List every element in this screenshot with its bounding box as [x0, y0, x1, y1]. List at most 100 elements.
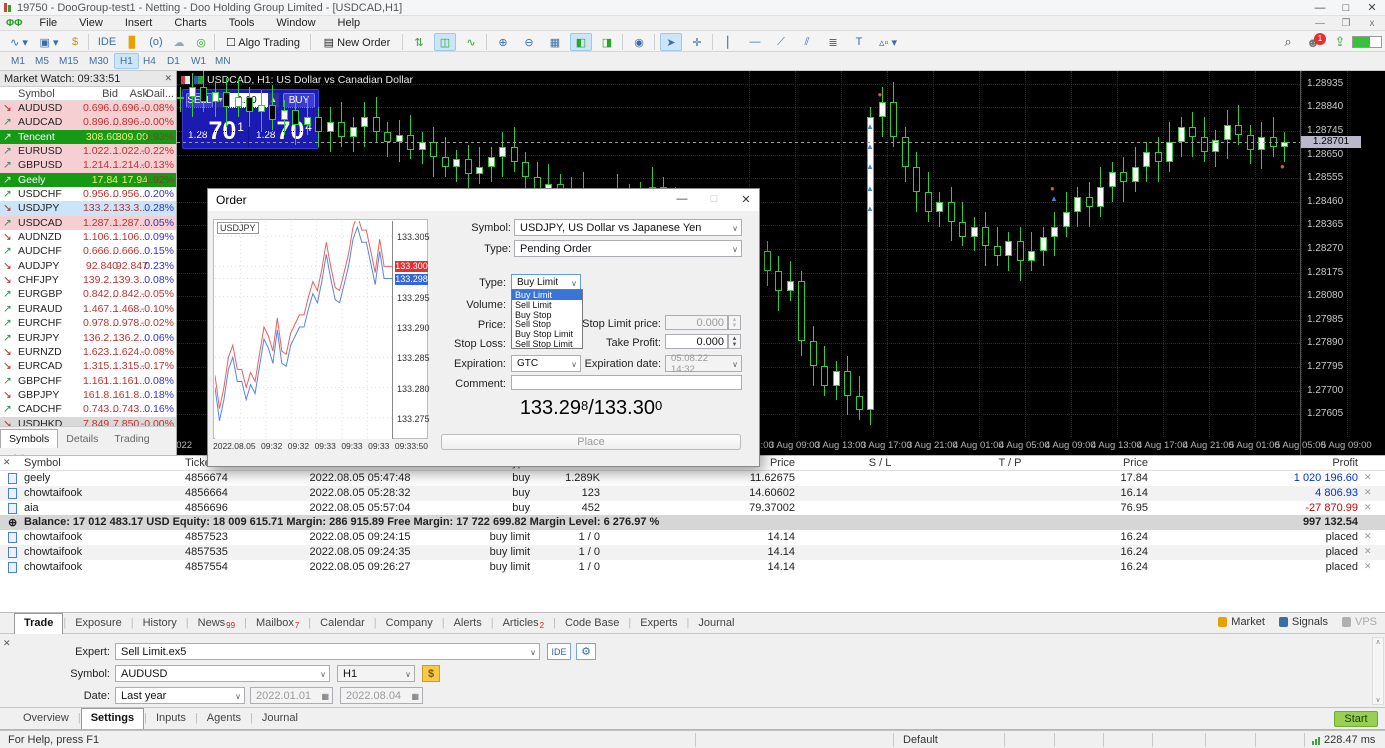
market-watch-row[interactable]: ↘EURNZD1.623...1.624...-0.08% [0, 345, 176, 359]
dropdown-option[interactable]: Buy Limit [512, 290, 582, 300]
maximize-button[interactable]: □ [1333, 2, 1359, 14]
toolbox-tab-company[interactable]: Company [377, 614, 442, 635]
market-watch-row[interactable]: ↗Geely17.8417.94-1.92% [0, 173, 176, 187]
market-watch-row[interactable]: ↗AUDCHF0.666...0.666...0.15% [0, 244, 176, 258]
market-watch-row[interactable]: ↗EURCHF0.978...0.978...-0.02% [0, 316, 176, 330]
market-watch-columns[interactable]: SymbolBidAskDail... [0, 87, 176, 101]
market-watch-row[interactable]: ↘EURCAD1.315...1.315...-0.17% [0, 359, 176, 373]
dropdown-option[interactable]: Buy Stop Limit [512, 329, 582, 339]
scroll-up-icon[interactable]: ∧ [1373, 638, 1383, 646]
place-button[interactable]: Place [441, 434, 741, 450]
tester-tab-agents[interactable]: Agents [198, 709, 250, 730]
text-icon[interactable]: T [848, 33, 870, 51]
market-watch-row[interactable]: ↘AUDUSD0.696...0.696...-0.08% [0, 101, 176, 115]
tt-col-tp[interactable]: T / P [960, 457, 1060, 469]
cursor-icon[interactable]: ➤ [660, 33, 682, 51]
tester-date-from[interactable]: 2022.01.01▦ [250, 687, 333, 704]
expand-icon[interactable]: ⊕ [8, 516, 17, 529]
vertical-line-icon[interactable]: ⎢ [718, 33, 740, 51]
toolbox-tab-news[interactable]: News99 [189, 614, 244, 635]
menu-view[interactable]: View [68, 17, 114, 29]
market-watch-row[interactable]: ↗EURUSD1.022...1.022...-0.22% [0, 144, 176, 158]
tt-col-profit[interactable]: Profit [1180, 457, 1358, 469]
toolbox-tab-calendar[interactable]: Calendar [311, 614, 374, 635]
mw-tab-symbols[interactable]: Symbols [0, 429, 58, 448]
trade-table-row[interactable]: aia48566962022.08.05 05:57:04buy45279.37… [0, 501, 1385, 516]
stop-limit-spinner[interactable]: ▲▼ [728, 315, 741, 330]
tt-col-sl[interactable]: S / L [830, 457, 930, 469]
expert-select[interactable]: Sell Limit.ex5∨ [115, 643, 540, 660]
market-watch-row[interactable]: ↗USDCAD1.287...1.287...0.05% [0, 216, 176, 230]
tester-symbol-select[interactable]: AUDUSD∨ [115, 665, 330, 682]
market-watch-row[interactable]: ↗GBPCHF1.161...1.161...0.08% [0, 374, 176, 388]
comment-input[interactable] [511, 375, 742, 390]
dropdown-option[interactable]: Sell Stop Limit [512, 339, 582, 349]
mw-tab-trading[interactable]: Trading [106, 430, 157, 448]
toolbox-tab-journal[interactable]: Journal [689, 614, 743, 635]
levels-icon[interactable]: ⇪ [1330, 33, 1350, 51]
toolbox-tab-code-base[interactable]: Code Base [556, 614, 628, 635]
menu-file[interactable]: File [28, 17, 68, 29]
take-profit-spinner[interactable]: ▲▼ [728, 334, 741, 349]
toolbox-tab-experts[interactable]: Experts [631, 614, 686, 635]
tester-date-mode-select[interactable]: Last year∨ [115, 687, 245, 704]
tt-col-price[interactable]: Price [1048, 457, 1148, 469]
timeframe-D1[interactable]: D1 [162, 53, 185, 69]
crosshair-icon[interactable]: ✛ [686, 33, 708, 51]
zoom-out-icon[interactable]: ⊖ [518, 33, 540, 51]
timeframe-MN[interactable]: MN [210, 53, 236, 69]
market-watch-row[interactable]: ↗EURAUD1.467...1.468...-0.10% [0, 302, 176, 316]
toolbox-tab-articles[interactable]: Articles2 [494, 614, 554, 635]
close-position-icon[interactable]: ✕ [1364, 531, 1372, 542]
toolbox-tab-history[interactable]: History [134, 614, 186, 635]
chart-type-icon[interactable]: ∿ ▾ [6, 33, 32, 51]
trade-table-row[interactable]: geely48566742022.08.05 05:47:48buy1.289K… [0, 471, 1385, 486]
ide-icon[interactable]: IDE [94, 33, 120, 51]
auto-scroll-icon[interactable]: ◧ [570, 33, 592, 51]
stop-limit-input[interactable]: 0.000 [665, 315, 728, 330]
close-position-icon[interactable]: ✕ [1364, 502, 1372, 513]
algo-trading-button[interactable]: ☐ Algo Trading [220, 33, 306, 51]
zoom-in-icon[interactable]: ⊕ [492, 33, 514, 51]
toolbox-vps-button[interactable]: VPS [1342, 616, 1377, 628]
trade-table-row[interactable]: chowtaifook48566642022.08.05 05:28:32buy… [0, 486, 1385, 501]
close-button[interactable]: ✕ [1359, 1, 1385, 14]
child-close-button[interactable]: x [1359, 18, 1385, 29]
timeframe-M5[interactable]: M5 [30, 53, 54, 69]
take-profit-input[interactable]: 0.000 [665, 334, 728, 349]
tester-date-to[interactable]: 2022.08.04▦ [340, 687, 423, 704]
fibonacci-icon[interactable]: ≣ [822, 33, 844, 51]
menu-help[interactable]: Help [327, 17, 372, 29]
toolbox-tab-mailbox[interactable]: Mailbox7 [247, 614, 308, 635]
market-watch-row[interactable]: ↘AUDNZD1.106...1.106...0.09% [0, 230, 176, 244]
order-kind-select[interactable]: Pending Order∨ [514, 240, 742, 257]
search-icon[interactable]: ⌕ [1278, 33, 1298, 51]
market-watch-close-icon[interactable]: ✕ [164, 73, 172, 84]
mw-col-dail[interactable]: Dail... [114, 88, 174, 100]
close-position-icon[interactable]: ✕ [1364, 546, 1372, 557]
toolbox-signals-button[interactable]: Signals [1279, 616, 1328, 628]
candle-chart-icon[interactable]: ◫ [434, 33, 456, 51]
dropdown-option[interactable]: Buy Stop [512, 310, 582, 320]
timeframe-H1[interactable]: H1 [114, 53, 139, 69]
market-watch-row[interactable]: ↗Tencent308.60309.00-0.93% [0, 130, 176, 144]
menu-charts[interactable]: Charts [163, 17, 217, 29]
chart-shift-icon[interactable]: ◨ [596, 33, 618, 51]
shapes-icon[interactable]: ▵▫ ▾ [874, 33, 902, 51]
dropdown-option[interactable]: Sell Limit [512, 300, 582, 310]
line-chart-icon[interactable]: ∿ [460, 33, 482, 51]
tester-settings-gear-icon[interactable]: ⚙ [576, 643, 596, 660]
chart-window-icon[interactable]: ▣ ▾ [36, 33, 62, 51]
latency-value[interactable]: 228.47 ms [1324, 734, 1375, 746]
tester-tab-settings[interactable]: Settings [81, 708, 144, 729]
child-minimize-button[interactable]: — [1307, 18, 1333, 29]
toolbox-tab-trade[interactable]: Trade [14, 613, 63, 634]
tester-tab-inputs[interactable]: Inputs [147, 709, 195, 730]
channel-icon[interactable]: ⫽ [796, 33, 818, 51]
timeframe-H4[interactable]: H4 [138, 53, 161, 69]
minimize-button[interactable]: — [1307, 2, 1333, 14]
scroll-down-icon[interactable]: ∨ [1373, 696, 1383, 704]
trade-table-row[interactable]: chowtaifook48575352022.08.05 09:24:35buy… [0, 545, 1385, 560]
horizontal-line-icon[interactable]: — [744, 33, 766, 51]
timeframe-M15[interactable]: M15 [54, 53, 83, 69]
